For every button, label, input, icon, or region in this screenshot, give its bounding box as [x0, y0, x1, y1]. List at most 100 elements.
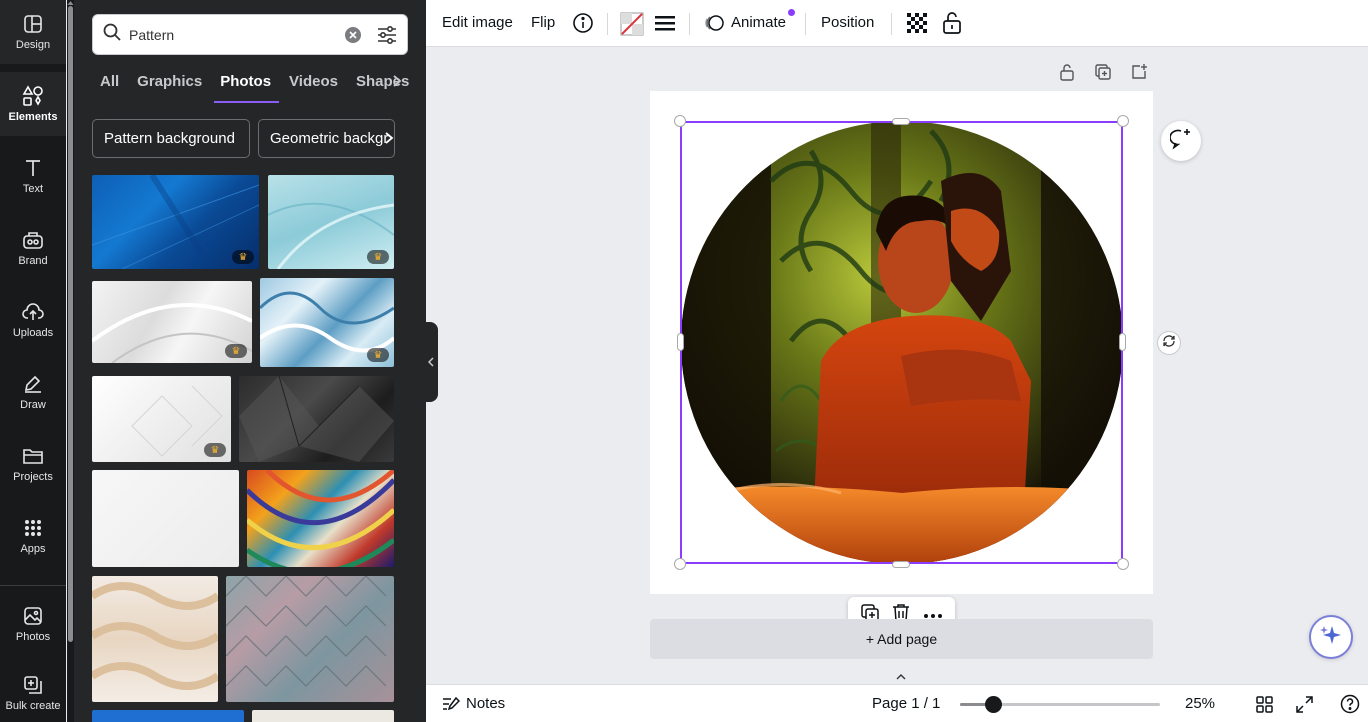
- apps-icon: [22, 517, 44, 539]
- animate-button[interactable]: Animate: [731, 0, 786, 46]
- tab-videos[interactable]: Videos: [289, 70, 338, 103]
- rail-uploads[interactable]: Uploads: [0, 288, 66, 352]
- new-feature-dot: [788, 9, 795, 16]
- photo-result[interactable]: [92, 470, 239, 567]
- uploads-icon: [22, 301, 44, 323]
- add-comment-button[interactable]: [1161, 121, 1201, 161]
- toolbar-divider: [689, 13, 690, 35]
- edit-image-button[interactable]: Edit image: [442, 0, 513, 46]
- photo-result[interactable]: [247, 470, 394, 567]
- toolbar-divider: [891, 13, 892, 35]
- show-pages-chevron-icon[interactable]: [892, 672, 910, 684]
- chip-pattern-background[interactable]: Pattern background: [92, 119, 250, 158]
- photo-result[interactable]: [239, 376, 394, 462]
- rail-label: Photos: [15, 631, 51, 643]
- rail-divider: [0, 585, 66, 586]
- top-toolbar: Edit image Flip Animate Position: [426, 0, 1368, 47]
- chips-next-icon[interactable]: [384, 131, 394, 150]
- rotate-button[interactable]: [1157, 331, 1181, 355]
- resize-handle-bottom-left[interactable]: [674, 558, 686, 570]
- search-input[interactable]: [129, 26, 345, 43]
- animate-icon[interactable]: [704, 13, 726, 33]
- rail-draw[interactable]: Draw: [0, 360, 66, 424]
- photo-result[interactable]: ♛: [92, 376, 231, 462]
- zoom-percentage[interactable]: 25%: [1185, 685, 1215, 722]
- lock-icon[interactable]: [942, 11, 962, 35]
- photo-result[interactable]: [92, 710, 244, 722]
- toolbar-divider: [607, 13, 608, 35]
- lock-page-icon[interactable]: [1057, 62, 1077, 82]
- premium-crown-icon: ♛: [204, 443, 226, 457]
- rail-label: Projects: [13, 471, 53, 483]
- border-color-icon[interactable]: [620, 12, 644, 36]
- search-icon: [103, 23, 121, 46]
- rail-label: Uploads: [12, 327, 54, 339]
- rail-label: Elements: [8, 111, 58, 123]
- info-icon[interactable]: [572, 12, 594, 34]
- photo-result[interactable]: [226, 576, 394, 702]
- border-style-icon[interactable]: [655, 14, 675, 34]
- flip-button[interactable]: Flip: [531, 0, 555, 46]
- chip-geometric-background[interactable]: Geometric backgr: [258, 119, 395, 158]
- rail-photos[interactable]: Photos: [0, 592, 66, 656]
- add-page-icon[interactable]: [1129, 62, 1149, 82]
- premium-crown-icon: ♛: [232, 250, 254, 264]
- resize-handle-bottom-right[interactable]: [1117, 558, 1129, 570]
- notes-button[interactable]: Notes: [466, 685, 505, 722]
- rail-brand[interactable]: Brand: [0, 216, 66, 280]
- rail-apps[interactable]: Apps: [0, 504, 66, 568]
- sparkle-icon: [1320, 624, 1342, 651]
- left-rail: Design Elements Text Brand Uploads Draw …: [0, 0, 66, 722]
- magic-assistant-button[interactable]: [1309, 615, 1353, 659]
- clear-search-icon[interactable]: [345, 26, 361, 43]
- page-indicator[interactable]: Page 1 / 1: [872, 685, 940, 722]
- rail-label: Brand: [18, 255, 48, 267]
- design-icon: [22, 13, 44, 35]
- rail-label: Text: [22, 183, 44, 195]
- tab-graphics[interactable]: Graphics: [137, 70, 202, 103]
- tabs-next-icon[interactable]: [392, 74, 402, 91]
- search-tabs: All Graphics Photos Videos Shapes: [100, 70, 426, 104]
- resize-handle-bottom[interactable]: [892, 561, 910, 568]
- resize-handle-top-left[interactable]: [674, 115, 686, 127]
- rail-design[interactable]: Design: [0, 0, 66, 64]
- bottom-bar: Notes Page 1 / 1 25%: [426, 684, 1368, 722]
- rail-scroll-thumb[interactable]: [68, 6, 73, 642]
- rail-elements[interactable]: Elements: [0, 72, 66, 136]
- draw-icon: [22, 373, 44, 395]
- help-icon[interactable]: [1340, 694, 1360, 714]
- zoom-slider-knob[interactable]: [985, 696, 1002, 713]
- position-button[interactable]: Position: [821, 0, 874, 46]
- tab-photos[interactable]: Photos: [214, 70, 279, 103]
- resize-handle-left[interactable]: [677, 333, 684, 351]
- filter-icon[interactable]: [377, 25, 397, 44]
- collapse-panel-button[interactable]: [424, 322, 438, 402]
- rail-projects[interactable]: Projects: [0, 432, 66, 496]
- search-box: [92, 14, 408, 55]
- resize-handle-top-right[interactable]: [1117, 115, 1129, 127]
- duplicate-page-icon[interactable]: [1093, 62, 1113, 82]
- rail-text[interactable]: Text: [0, 144, 66, 208]
- rail-label: Design: [15, 39, 51, 51]
- photo-result[interactable]: ♛: [92, 281, 252, 363]
- resize-handle-top[interactable]: [892, 118, 910, 125]
- photos-icon: [22, 605, 44, 627]
- photo-result[interactable]: ♛: [268, 175, 394, 269]
- zoom-slider[interactable]: [960, 696, 1160, 713]
- rail-label: Apps: [20, 543, 46, 555]
- photo-result[interactable]: ♛: [92, 175, 259, 269]
- tab-all[interactable]: All: [100, 70, 119, 103]
- resize-handle-right[interactable]: [1119, 333, 1126, 351]
- notes-icon[interactable]: [442, 696, 461, 712]
- rail-label: Bulk create: [5, 700, 61, 712]
- photo-result[interactable]: ♛: [260, 278, 394, 367]
- photo-result[interactable]: [252, 710, 394, 722]
- grid-view-icon[interactable]: [1256, 696, 1273, 713]
- fullscreen-icon[interactable]: [1296, 696, 1313, 713]
- add-page-button[interactable]: + Add page: [650, 619, 1153, 659]
- transparency-icon[interactable]: [907, 13, 927, 33]
- rail-scrollbar[interactable]: [67, 0, 74, 722]
- premium-crown-icon: ♛: [367, 250, 389, 264]
- photo-result[interactable]: [92, 576, 218, 702]
- rail-bulk-create[interactable]: Bulk create: [0, 664, 66, 722]
